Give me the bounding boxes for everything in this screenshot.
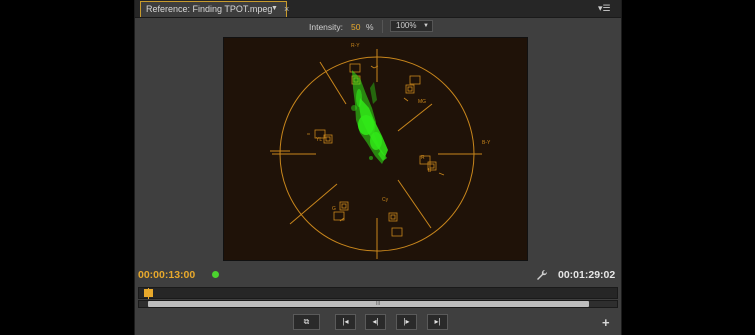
close-icon[interactable]: ×: [284, 2, 289, 16]
tab-bar: Reference: Finding TPOT.mpeg ▼ × ▾☰: [135, 0, 621, 18]
label-cy: Cy: [382, 197, 389, 203]
panel-menu-icon[interactable]: ▾☰: [598, 2, 616, 14]
label-b-y: B-Y: [482, 140, 491, 146]
tab-title: Reference: Finding TPOT.mpeg: [146, 4, 273, 14]
dropdown-arrow-icon[interactable]: ▼: [270, 2, 279, 16]
label-b: B: [428, 168, 432, 174]
duration-timecode: 00:01:29:02: [558, 269, 616, 281]
chevron-down-icon: ▼: [423, 23, 429, 29]
zoom-value: 100%: [396, 21, 417, 30]
add-button[interactable]: +: [602, 315, 610, 330]
intensity-unit: %: [366, 22, 374, 32]
zoom-scrollbar[interactable]: III: [138, 300, 618, 308]
step-forward-button[interactable]: |▸: [396, 314, 417, 330]
current-timecode[interactable]: 00:00:13:00: [138, 269, 195, 281]
playhead-icon[interactable]: [144, 289, 153, 297]
wrench-icon[interactable]: [536, 268, 548, 280]
label-mg: MG: [418, 99, 426, 105]
vectorscope-trace: [351, 70, 388, 164]
go-to-in-button[interactable]: |◂: [335, 314, 356, 330]
grip-icon: III: [376, 301, 381, 307]
scrollbar-thumb[interactable]: III: [148, 301, 589, 307]
vectorscope-display: R-Y B-Y R MG B Cy G YL: [223, 37, 528, 261]
label-g: G: [332, 206, 336, 212]
reference-monitor-panel: Reference: Finding TPOT.mpeg ▼ × ▾☰ Inte…: [134, 0, 622, 335]
go-to-in-icon: |◂: [342, 317, 349, 326]
label-r: R: [421, 155, 425, 161]
step-back-button[interactable]: ◂|: [365, 314, 386, 330]
toggle-output-icon: ⧉: [303, 317, 310, 326]
intensity-label: Intensity:: [309, 22, 344, 32]
tab-reference[interactable]: Reference: Finding TPOT.mpeg ▼ ×: [140, 1, 289, 17]
time-ruler[interactable]: [138, 287, 618, 299]
zoom-select[interactable]: 100% ▼: [390, 20, 433, 32]
vectorscope-labels: R-Y B-Y R MG B Cy G YL: [316, 43, 491, 212]
status-dot-icon: [212, 271, 219, 278]
intensity-value[interactable]: 50: [351, 22, 360, 32]
go-to-out-button[interactable]: ▸|: [427, 314, 448, 330]
scope-controls: Intensity: 50 % 100% ▼: [135, 17, 621, 37]
divider: [382, 20, 383, 33]
label-r-y: R-Y: [351, 43, 360, 49]
go-to-out-icon: ▸|: [434, 317, 441, 326]
vectorscope-graphic: R-Y B-Y R MG B Cy G YL: [270, 43, 491, 259]
step-forward-icon: |▸: [403, 317, 410, 326]
step-back-icon: ◂|: [372, 317, 379, 326]
label-yl: YL: [316, 137, 322, 143]
toggle-output-button[interactable]: ⧉: [293, 314, 320, 330]
